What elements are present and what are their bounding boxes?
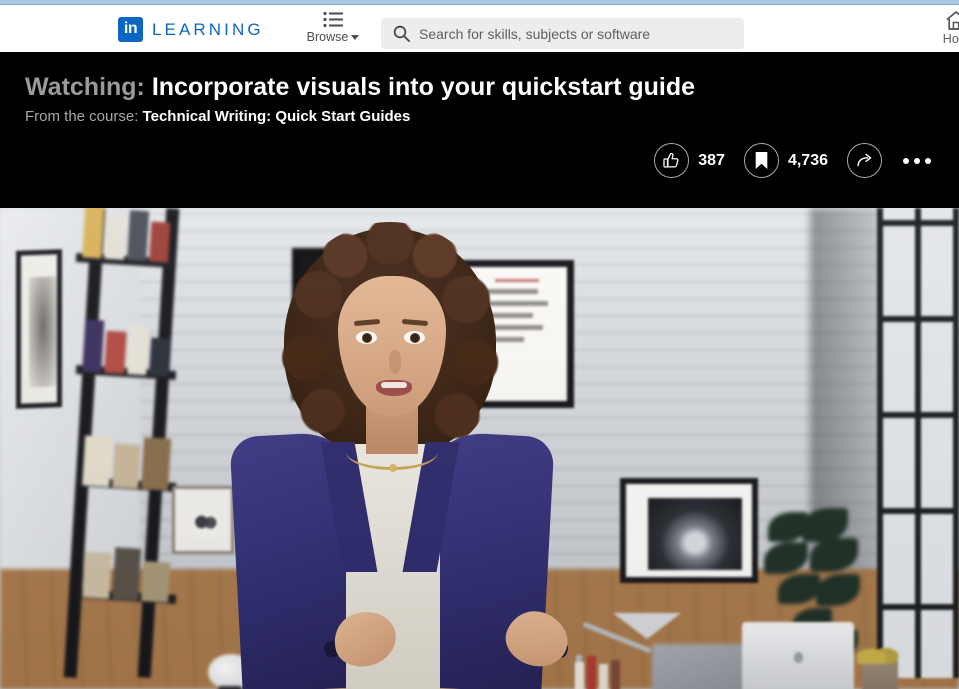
page-title: Watching: Incorporate visuals into your … (25, 72, 695, 102)
video-title: Incorporate visuals into your quickstart… (151, 73, 696, 101)
course-breadcrumb: From the course: Technical Writing: Quic… (25, 108, 410, 125)
watching-prefix: Watching: (25, 73, 145, 101)
thumbs-up-icon (663, 152, 679, 168)
more-options-dot (925, 157, 931, 164)
search-input[interactable]: Search for skills, subjects or software (381, 18, 744, 49)
presenter (228, 220, 588, 689)
imac-computer (742, 622, 854, 689)
search-placeholder-text: Search for skills, subjects or software (419, 25, 651, 42)
bulleted-list-icon (323, 11, 343, 28)
learning-wordmark: LEARNING (152, 19, 264, 39)
small-framed-picture (172, 486, 234, 554)
home-icon (946, 11, 959, 30)
home-nav-button[interactable]: Hom (930, 10, 959, 46)
home-label: Hom (942, 32, 959, 46)
browse-button[interactable]: Browse (305, 11, 361, 44)
share-button[interactable] (847, 143, 882, 178)
course-name-link[interactable]: Technical Writing: Quick Start Guides (143, 108, 411, 125)
course-prefix: From the course: (25, 108, 139, 125)
linkedin-logo-icon: in (118, 17, 143, 42)
presenter-necklace (346, 434, 438, 472)
ladder-bookshelf (63, 208, 182, 678)
more-options-dot (903, 157, 909, 164)
bookmark-icon (755, 152, 768, 169)
video-player[interactable] (0, 208, 959, 689)
browse-label: Browse (306, 30, 349, 44)
framed-photograph-right (620, 478, 758, 583)
chevron-down-icon (351, 34, 360, 40)
like-button[interactable] (654, 143, 690, 178)
video-actions-row: 387 4,736 (654, 143, 933, 178)
search-icon (393, 25, 410, 42)
save-button[interactable] (743, 143, 779, 178)
more-options-dot (914, 157, 920, 164)
save-count: 4,736 (787, 151, 828, 169)
like-count: 387 (698, 151, 725, 169)
video-header-banner: Watching: Incorporate visuals into your … (0, 52, 959, 208)
top-navigation-bar: in LEARNING Browse Search for skills, su… (0, 5, 959, 52)
share-arrow-icon (856, 153, 871, 167)
linkedin-learning-logo[interactable]: in LEARNING (118, 17, 264, 42)
succulent-planter (857, 638, 903, 689)
framed-artwork-left (16, 249, 62, 409)
window-grid (877, 208, 959, 678)
more-options-button[interactable] (901, 150, 933, 172)
